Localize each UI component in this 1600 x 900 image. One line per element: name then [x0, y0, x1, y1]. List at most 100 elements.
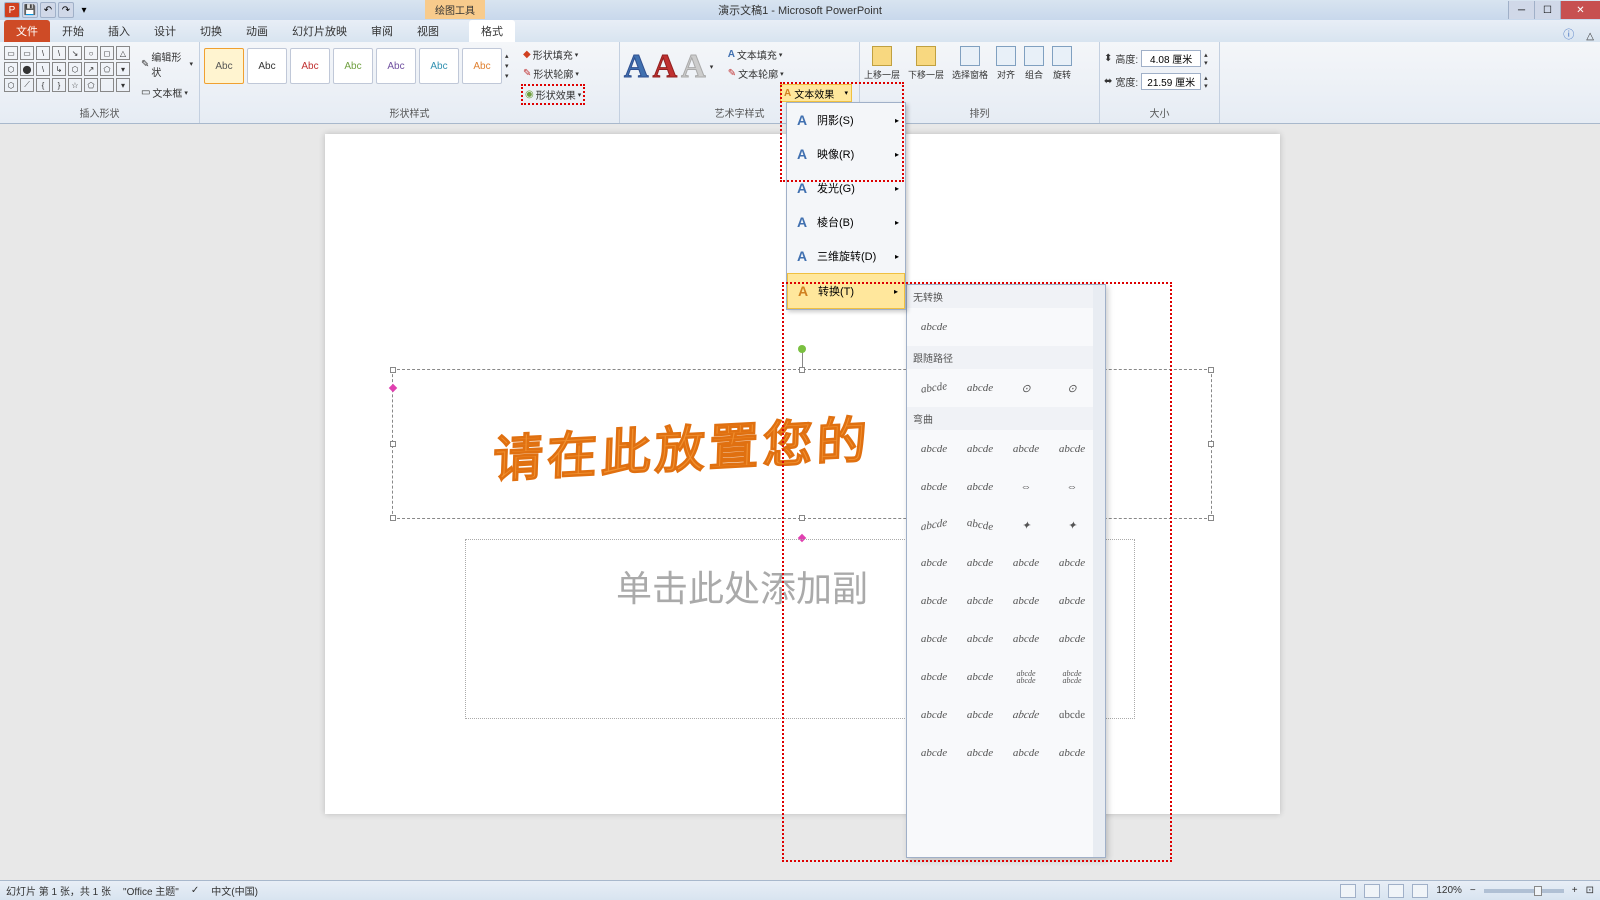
style-swatch-3[interactable]: Abc: [290, 48, 330, 84]
tab-format[interactable]: 格式: [469, 20, 515, 42]
shapes-gallery[interactable]: ▭▭\\↘○◻△ ⬡⬤\↳⬡↗⬠▾ ⬡⟋{}☆⬠▾: [4, 44, 135, 92]
warp-36[interactable]: abcde: [1053, 740, 1091, 766]
fit-window-icon[interactable]: ⊡: [1586, 885, 1594, 896]
tab-file[interactable]: 文件: [4, 20, 50, 42]
warp-35[interactable]: abcde: [1007, 740, 1045, 766]
tab-home[interactable]: 开始: [50, 20, 96, 42]
save-icon[interactable]: 💾: [22, 2, 38, 18]
tab-transitions[interactable]: 切换: [188, 20, 234, 42]
help-icon[interactable]: ⓘ: [1557, 26, 1580, 42]
style-swatch-1[interactable]: Abc: [204, 48, 244, 84]
warp-8[interactable]: ⇔: [1053, 474, 1091, 500]
warp-12[interactable]: ✦: [1053, 512, 1091, 538]
warp-11[interactable]: ✦: [1007, 512, 1045, 538]
fx-transform[interactable]: A转换(T)▸: [787, 273, 905, 309]
width-stepper-icon[interactable]: ▴▾: [1204, 74, 1208, 90]
fx-3d-rotation[interactable]: A三维旋转(D)▸: [787, 239, 905, 273]
bring-forward-button[interactable]: 上移一层: [864, 44, 900, 81]
warp-27[interactable]: abcdeabcde: [1007, 664, 1045, 690]
gallery-more-icon[interactable]: ▴▾▾: [505, 48, 517, 80]
shape-styles-gallery[interactable]: Abc Abc Abc Abc Abc Abc Abc ▴▾▾: [204, 44, 517, 84]
width-input[interactable]: [1141, 73, 1201, 90]
warp-30[interactable]: abcde: [961, 702, 999, 728]
style-swatch-7[interactable]: Abc: [462, 48, 502, 84]
wordart-more-icon[interactable]: ▾: [710, 63, 722, 71]
selection-pane-button[interactable]: 选择窗格: [952, 44, 988, 81]
text-box-button[interactable]: ▭文本框▾: [139, 84, 195, 101]
rotation-handle[interactable]: [798, 345, 806, 353]
zoom-slider[interactable]: [1484, 889, 1564, 893]
shape-effects-button[interactable]: ◉形状效果▾: [521, 84, 585, 105]
transform-path-4[interactable]: ⊙: [1053, 375, 1091, 401]
warp-34[interactable]: abcde: [961, 740, 999, 766]
warp-26[interactable]: abcde: [961, 664, 999, 690]
edit-shape-button[interactable]: ✎编辑形状▾: [139, 48, 195, 80]
warp-10[interactable]: abcde: [961, 509, 999, 542]
warp-2[interactable]: abcde: [961, 436, 999, 462]
view-slideshow-icon[interactable]: [1412, 884, 1428, 898]
shape-outline-button[interactable]: ✎形状轮廓▾: [521, 65, 585, 82]
warp-16[interactable]: abcde: [1053, 550, 1091, 576]
text-fill-button[interactable]: A文本填充▾: [726, 46, 786, 63]
tab-design[interactable]: 设计: [142, 20, 188, 42]
warp-23[interactable]: abcde: [1007, 626, 1045, 652]
zoom-out-icon[interactable]: −: [1470, 885, 1476, 896]
close-button[interactable]: ✕: [1560, 1, 1600, 19]
language-indicator[interactable]: 中文(中国): [211, 883, 258, 898]
tab-review[interactable]: 审阅: [359, 20, 405, 42]
ribbon-minimize-icon[interactable]: △: [1580, 31, 1600, 42]
transform-path-3[interactable]: ⊙: [1007, 375, 1045, 401]
warp-13[interactable]: abcde: [915, 550, 953, 576]
warp-28[interactable]: abcdeabcde: [1053, 664, 1091, 690]
warp-4[interactable]: abcde: [1053, 436, 1091, 462]
height-stepper-icon[interactable]: ▴▾: [1204, 51, 1208, 67]
shape-fill-button[interactable]: ◆形状填充▾: [521, 46, 585, 63]
warp-17[interactable]: abcde: [915, 588, 953, 614]
fx-glow[interactable]: A发光(G)▸: [787, 171, 905, 205]
warp-5[interactable]: abcde: [915, 474, 953, 500]
transform-path-1[interactable]: abcde: [913, 372, 954, 403]
group-button[interactable]: 组合: [1024, 44, 1044, 81]
style-swatch-4[interactable]: Abc: [333, 48, 373, 84]
gallery-scrollbar[interactable]: [1093, 285, 1105, 857]
tab-animations[interactable]: 动画: [234, 20, 280, 42]
transform-path-2[interactable]: abcde: [961, 375, 999, 401]
warp-9[interactable]: abcde: [915, 509, 953, 542]
text-effects-button[interactable]: A 文本效果 ▾: [780, 84, 852, 102]
zoom-level[interactable]: 120%: [1436, 885, 1462, 896]
tab-insert[interactable]: 插入: [96, 20, 142, 42]
title-text[interactable]: 请在此放置您的: [492, 400, 872, 492]
warp-20[interactable]: abcde: [1053, 588, 1091, 614]
warp-24[interactable]: abcde: [1053, 626, 1091, 652]
app-icon[interactable]: P: [4, 2, 20, 18]
adjust-handle-1[interactable]: [389, 384, 397, 392]
rotate-button[interactable]: 旋转: [1052, 44, 1072, 81]
align-button[interactable]: 对齐: [996, 44, 1016, 81]
warp-1[interactable]: abcde: [915, 436, 953, 462]
warp-19[interactable]: abcde: [1007, 588, 1045, 614]
fx-reflection[interactable]: A映像(R)▸: [787, 137, 905, 171]
send-backward-button[interactable]: 下移一层: [908, 44, 944, 81]
warp-15[interactable]: abcde: [1007, 550, 1045, 576]
warp-21[interactable]: abcde: [915, 626, 953, 652]
view-sorter-icon[interactable]: [1364, 884, 1380, 898]
style-swatch-5[interactable]: Abc: [376, 48, 416, 84]
warp-31[interactable]: abcde: [1005, 702, 1048, 728]
minimize-button[interactable]: ─: [1508, 1, 1534, 19]
tab-slideshow[interactable]: 幻灯片放映: [280, 20, 359, 42]
transform-none[interactable]: abcde: [915, 314, 953, 340]
zoom-in-icon[interactable]: +: [1572, 885, 1578, 896]
fx-shadow[interactable]: A阴影(S)▸: [787, 103, 905, 137]
warp-32[interactable]: abcde: [1051, 702, 1094, 728]
warp-33[interactable]: abcde: [915, 740, 953, 766]
text-outline-button[interactable]: ✎文本轮廓▾: [726, 65, 786, 82]
wordart-gallery[interactable]: A A A ▾: [624, 44, 722, 86]
warp-29[interactable]: abcde: [915, 702, 953, 728]
spellcheck-icon[interactable]: ✓: [191, 885, 199, 896]
view-normal-icon[interactable]: [1340, 884, 1356, 898]
warp-25[interactable]: abcde: [915, 664, 953, 690]
warp-18[interactable]: abcde: [961, 588, 999, 614]
height-input[interactable]: [1141, 50, 1201, 67]
redo-icon[interactable]: ↷: [58, 2, 74, 18]
warp-6[interactable]: abcde: [961, 474, 999, 500]
